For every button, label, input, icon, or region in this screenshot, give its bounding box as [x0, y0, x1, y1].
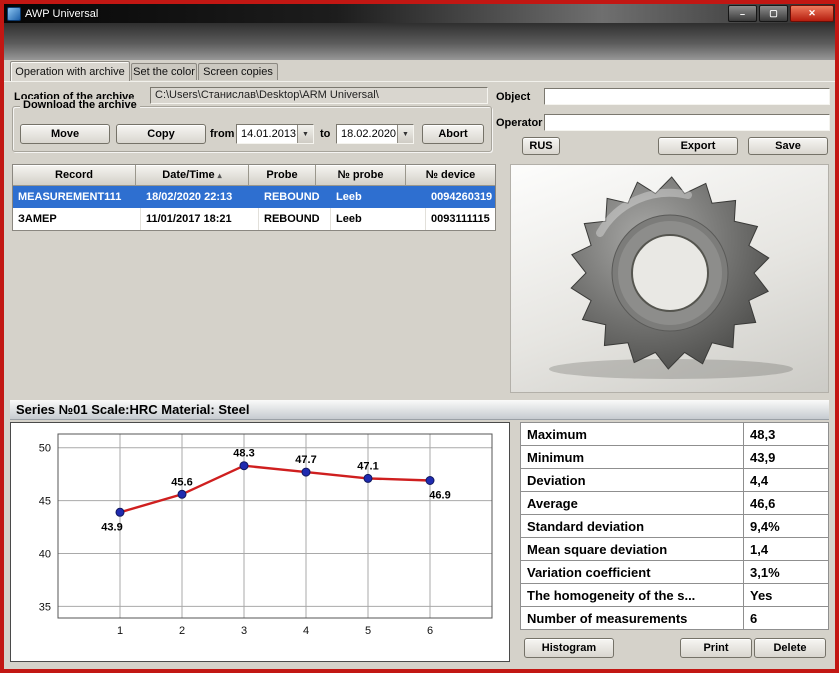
svg-text:5: 5 — [365, 625, 371, 637]
move-button[interactable]: Move — [20, 124, 110, 144]
abort-button[interactable]: Abort — [422, 124, 484, 144]
svg-text:50: 50 — [39, 443, 51, 455]
stat-value: 1,4 — [744, 538, 828, 560]
window-frame-band — [4, 23, 835, 60]
column-header-datetime[interactable]: Date/Time ▴ — [136, 165, 249, 186]
svg-text:47.1: 47.1 — [357, 460, 378, 472]
stat-value: 4,4 — [744, 469, 828, 491]
stat-value: 48,3 — [744, 423, 828, 445]
save-button[interactable]: Save — [748, 137, 828, 155]
milling-cutter-graphic — [511, 165, 828, 392]
cell-device-number: 0094260319 — [426, 186, 495, 208]
svg-text:48.3: 48.3 — [233, 448, 254, 460]
window-title: AWP Universal — [25, 8, 98, 20]
svg-text:45.6: 45.6 — [171, 476, 192, 488]
print-button[interactable]: Print — [680, 638, 752, 658]
date-from-dropdown[interactable]: 14.01.2013 ▼ — [236, 124, 314, 144]
title-bar[interactable]: AWP Universal – ▢ ✕ — [4, 4, 835, 23]
svg-text:43.9: 43.9 — [101, 521, 122, 533]
to-label: to — [320, 128, 330, 140]
svg-text:6: 6 — [427, 625, 433, 637]
tab-screen-copies[interactable]: Screen copies — [198, 63, 278, 80]
stat-label: Maximum — [521, 423, 743, 445]
tab-set-the-color[interactable]: Set the color — [131, 63, 197, 80]
cell-probe: REBOUND — [259, 186, 331, 208]
stat-value: 43,9 — [744, 446, 828, 468]
minimize-icon[interactable]: – — [728, 5, 757, 22]
window-controls: – ▢ ✕ — [728, 5, 835, 22]
column-header-datetime-label: Date/Time — [162, 169, 214, 181]
stat-value: 9,4% — [744, 515, 828, 537]
cell-probe: REBOUND — [259, 208, 331, 230]
stat-value: 3,1% — [744, 561, 828, 583]
sort-ascending-icon: ▴ — [218, 171, 222, 180]
svg-text:47.7: 47.7 — [295, 454, 316, 466]
stat-label: Number of measurements — [521, 607, 743, 629]
date-to-value: 18.02.2020 — [337, 128, 397, 140]
date-from-value: 14.01.2013 — [237, 128, 297, 140]
stat-label: Minimum — [521, 446, 743, 468]
column-header-record[interactable]: Record — [13, 165, 136, 186]
app-window: AWP Universal – ▢ ✕ Operation with archi… — [0, 0, 839, 673]
stat-label: Deviation — [521, 469, 743, 491]
app-icon — [7, 7, 21, 21]
series-header: Series №01 Scale:HRC Material: Steel — [10, 400, 829, 420]
svg-text:4: 4 — [303, 625, 309, 637]
from-label: from — [210, 128, 234, 140]
maximize-icon[interactable]: ▢ — [759, 5, 788, 22]
delete-button[interactable]: Delete — [754, 638, 826, 658]
chevron-down-icon[interactable]: ▼ — [297, 125, 313, 143]
histogram-button[interactable]: Histogram — [524, 638, 614, 658]
svg-text:46.9: 46.9 — [429, 490, 450, 502]
cell-record: MEASUREMENT111 — [13, 186, 141, 208]
language-rus-button[interactable]: RUS — [522, 137, 560, 155]
stat-label: The homogeneity of the s... — [521, 584, 743, 606]
column-header-device-number[interactable]: № device — [406, 165, 495, 186]
stat-label: Variation coefficient — [521, 561, 743, 583]
stat-value: Yes — [744, 584, 828, 606]
svg-text:3: 3 — [241, 625, 247, 637]
object-label: Object — [496, 91, 530, 103]
close-icon[interactable]: ✕ — [790, 5, 834, 22]
cell-datetime: 11/01/2017 18:21 — [141, 208, 259, 230]
cell-probe-number: Leeb — [331, 208, 426, 230]
stat-label: Mean square deviation — [521, 538, 743, 560]
stat-value: 6 — [744, 607, 828, 629]
export-button[interactable]: Export — [658, 137, 738, 155]
records-table: Record Date/Time ▴ Probe № probe № devic… — [12, 164, 496, 231]
cell-record: ЗАМЕР — [13, 208, 141, 230]
column-header-probe-number[interactable]: № probe — [316, 165, 406, 186]
statistics-table: Maximum 48,3 Minimum 43,9 Deviation 4,4 … — [520, 422, 829, 630]
svg-text:35: 35 — [39, 601, 51, 613]
operator-label: Operator — [496, 117, 542, 129]
date-to-dropdown[interactable]: 18.02.2020 ▼ — [336, 124, 414, 144]
table-row[interactable]: MEASUREMENT111 18/02/2020 22:13 REBOUND … — [13, 186, 495, 208]
operator-input[interactable] — [544, 114, 830, 131]
archive-location-field[interactable]: C:\Users\Станислав\Desktop\ARM Universal… — [150, 87, 488, 104]
cell-probe-number: Leeb — [331, 186, 426, 208]
svg-text:1: 1 — [117, 625, 123, 637]
milling-cutter-image — [510, 164, 829, 393]
records-table-header: Record Date/Time ▴ Probe № probe № devic… — [13, 165, 495, 186]
stat-value: 46,6 — [744, 492, 828, 514]
line-chart-graphic: 1234563540455043.945.648.347.747.146.9 — [12, 424, 508, 660]
copy-button[interactable]: Copy — [116, 124, 206, 144]
download-archive-group-label: Download the archive — [20, 99, 140, 111]
cell-device-number: 0093111115 — [426, 208, 495, 230]
column-header-probe[interactable]: Probe — [249, 165, 316, 186]
svg-text:40: 40 — [39, 549, 51, 561]
svg-text:2: 2 — [179, 625, 185, 637]
chevron-down-icon[interactable]: ▼ — [397, 125, 413, 143]
tab-operation-with-archive[interactable]: Operation with archive — [10, 61, 130, 81]
table-row[interactable]: ЗАМЕР 11/01/2017 18:21 REBOUND Leeb 0093… — [13, 208, 495, 230]
svg-text:45: 45 — [39, 496, 51, 508]
client-area: Operation with archive Set the color Scr… — [4, 60, 835, 669]
stat-label: Standard deviation — [521, 515, 743, 537]
cell-datetime: 18/02/2020 22:13 — [141, 186, 259, 208]
object-input[interactable] — [544, 88, 830, 105]
measurements-line-chart: 1234563540455043.945.648.347.747.146.9 — [10, 422, 510, 662]
tab-page-border — [4, 81, 835, 82]
stat-label: Average — [521, 492, 743, 514]
